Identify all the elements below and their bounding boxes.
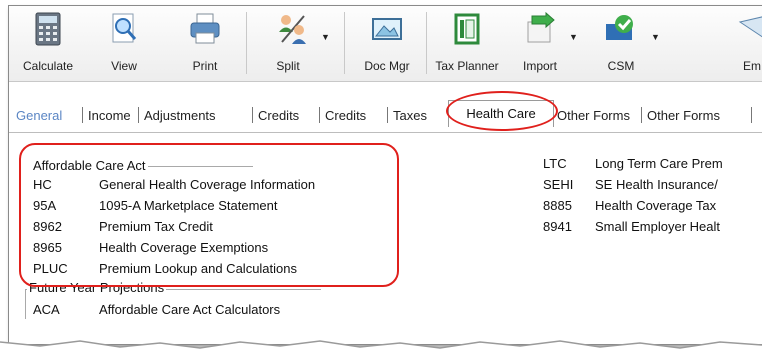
tab-strip: General Income Adjustments Credits Credi… — [9, 100, 762, 128]
tab-credits-2[interactable]: Credits — [325, 108, 366, 123]
form-code: 8941 — [543, 219, 572, 234]
calculate-button[interactable]: Calculate — [17, 10, 79, 76]
tab-separator — [641, 107, 642, 123]
tab-separator — [319, 107, 320, 123]
tab-other-forms[interactable]: Other Forms — [557, 108, 630, 123]
csm-label: CSM — [607, 59, 635, 73]
group-border — [25, 289, 26, 319]
form-code: 95A — [33, 198, 57, 213]
form-description: SE Health Insurance/ — [595, 177, 718, 192]
toolbar-separator — [344, 12, 345, 74]
tab-taxes[interactable]: Taxes — [393, 108, 427, 123]
split-button[interactable]: ▼ Split — [257, 10, 337, 76]
tab-general[interactable]: General — [16, 108, 62, 123]
toolbar: Calculate View Print ▼ Split Doc Mgr Tax… — [9, 6, 762, 82]
import-dropdown-arrow-icon[interactable]: ▼ — [569, 32, 578, 42]
magnifier-document-icon — [112, 13, 137, 43]
print-label: Print — [192, 59, 218, 73]
print-button[interactable]: Print — [177, 10, 233, 76]
email-button[interactable]: Em — [735, 10, 762, 76]
form-description: Premium Lookup and Calculations — [99, 261, 297, 276]
tab-separator — [252, 107, 253, 123]
form-description: 1095-A Marketplace Statement — [99, 198, 278, 213]
form-code: LTC — [543, 156, 567, 171]
form-code: SEHI — [543, 177, 574, 192]
split-dropdown-arrow-icon[interactable]: ▼ — [321, 32, 330, 42]
future-group-title: Future Year Projections — [27, 280, 167, 295]
form-description: Health Coverage Exemptions — [99, 240, 269, 255]
tab-content-border — [9, 132, 762, 133]
tab-separator — [387, 107, 388, 123]
doc-mgr-button[interactable]: Doc Mgr — [355, 10, 419, 76]
form-description: Affordable Care Act Calculators — [99, 302, 281, 317]
form-code: HC — [33, 177, 52, 192]
split-label: Split — [276, 59, 300, 73]
form-description: General Health Coverage Information — [99, 177, 316, 192]
tab-health-care[interactable]: Health Care — [448, 100, 554, 127]
torn-edge — [0, 340, 762, 360]
form-description: Long Term Care Prem — [595, 156, 723, 171]
aca-group-title: Affordable Care Act — [31, 158, 148, 173]
toolbar-separator — [426, 12, 427, 74]
tab-other-forms-2[interactable]: Other Forms — [647, 108, 720, 123]
tab-separator — [751, 107, 752, 123]
import-icon — [527, 12, 555, 43]
form-code: 8962 — [33, 219, 62, 234]
csm-icon — [606, 15, 633, 40]
tab-separator — [138, 107, 139, 123]
tab-separator — [82, 107, 83, 123]
tab-credits[interactable]: Credits — [258, 108, 299, 123]
toolbar-separator — [246, 12, 247, 74]
form-description: Health Coverage Tax — [595, 198, 717, 213]
tab-adjustments[interactable]: Adjustments — [144, 108, 216, 123]
email-icon — [738, 16, 762, 38]
calculate-label: Calculate — [22, 59, 74, 73]
calculator-icon — [35, 12, 61, 46]
view-button[interactable]: View — [99, 10, 149, 76]
tax-planner-button[interactable]: Tax Planner — [431, 10, 503, 76]
import-button[interactable]: ▼ Import — [509, 10, 581, 76]
document-manager-icon — [372, 18, 402, 40]
tax-planner-icon — [454, 13, 480, 45]
form-code: ACA — [33, 302, 60, 317]
form-code: 8885 — [543, 198, 572, 213]
email-label: Em — [743, 59, 761, 73]
view-label: View — [111, 59, 137, 73]
form-description: Premium Tax Credit — [99, 219, 213, 234]
printer-icon — [190, 13, 220, 44]
form-description: Small Employer Healt — [595, 219, 720, 234]
application-window: Calculate View Print ▼ Split Doc Mgr Tax… — [8, 5, 762, 345]
form-code: 8965 — [33, 240, 62, 255]
tax-planner-label: Tax Planner — [435, 59, 499, 73]
form-code: PLUC — [33, 261, 68, 276]
tab-income[interactable]: Income — [88, 108, 131, 123]
split-people-icon — [279, 15, 306, 44]
csm-dropdown-arrow-icon[interactable]: ▼ — [651, 32, 660, 42]
doc-mgr-label: Doc Mgr — [364, 59, 410, 73]
import-label: Import — [522, 59, 557, 73]
csm-button[interactable]: ▼ CSM — [589, 10, 663, 76]
